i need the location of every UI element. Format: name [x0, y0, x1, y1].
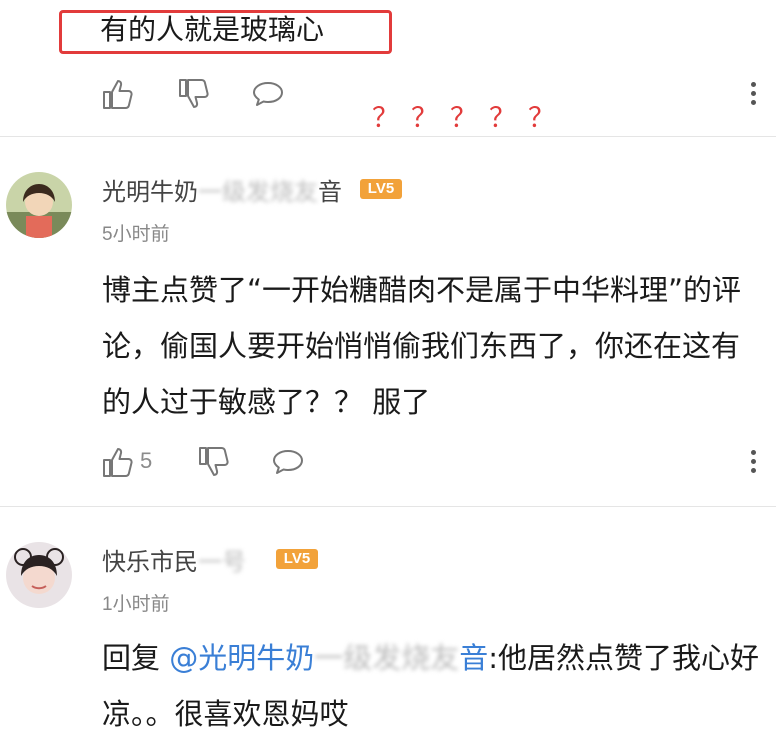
- divider: [0, 136, 776, 137]
- level-badge: LV5: [276, 549, 318, 569]
- level-badge: LV5: [360, 179, 402, 199]
- timestamp: 1小时前: [102, 594, 170, 615]
- mention-link[interactable]: @光明牛奶一级发烧友音: [169, 641, 488, 675]
- avatar[interactable]: [6, 172, 72, 238]
- action-bar: 5: [100, 444, 760, 484]
- thumbs-up-icon[interactable]: [100, 76, 136, 112]
- username[interactable]: 快乐市民一号: [102, 542, 246, 577]
- username[interactable]: 光明牛奶一级发烧友音: [102, 172, 342, 207]
- question-marks: ？？？？？: [372, 103, 567, 134]
- top-comment-text: 有的人就是玻璃心: [100, 13, 325, 46]
- thumbs-up-icon[interactable]: [100, 444, 136, 480]
- more-vertical-icon[interactable]: [746, 446, 760, 478]
- more-vertical-icon[interactable]: [746, 78, 760, 110]
- timestamp: 5小时前: [102, 224, 170, 245]
- comment-bubble-icon[interactable]: [250, 76, 286, 112]
- comment-bubble-icon[interactable]: [270, 444, 306, 480]
- thumbs-down-icon[interactable]: [176, 76, 212, 112]
- like-count: 5: [140, 448, 153, 473]
- avatar[interactable]: [6, 542, 72, 608]
- comment-feed: 有的人就是玻璃心 ？？？？？ 光明牛奶一级发烧友音 LV5 5小时前 博主点赞了…: [0, 0, 776, 738]
- thumbs-down-icon[interactable]: [196, 444, 232, 480]
- reply-prefix: 回复: [102, 641, 161, 675]
- reply-body: 回复 @光明牛奶一级发烧友音:他居然点赞了我心好凉。。很喜欢恩妈哎: [102, 630, 767, 738]
- divider: [0, 506, 776, 507]
- comment-body: 博主点赞了“一开始糖醋肉不是属于中华料理”的评论，偷国人要开始悄悄偷我们东西了，…: [102, 273, 742, 419]
